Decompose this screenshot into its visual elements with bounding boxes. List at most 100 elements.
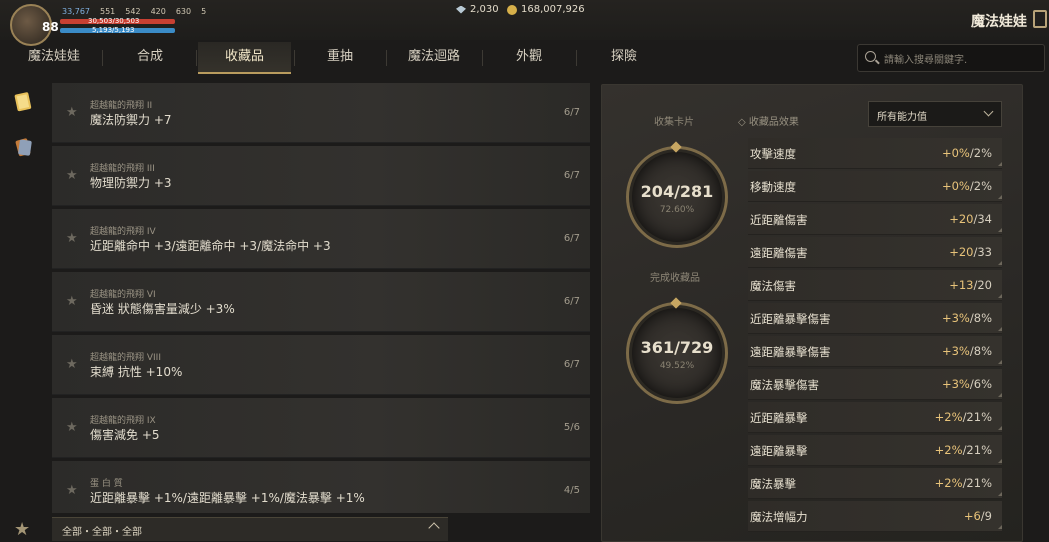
effect-name: 魔法暴擊 (750, 477, 796, 491)
chevron-up-icon[interactable] (428, 522, 440, 534)
tab-reroll[interactable]: 重抽 (298, 42, 382, 72)
tab-synthesis[interactable]: 合成 (108, 42, 192, 72)
collection-name: 超越龍的飛翔 VIII (90, 353, 161, 363)
list-item[interactable]: ★ 超越龍的飛翔 IX 傷害減免 +5 5/6 (52, 398, 590, 458)
favorite-star-icon[interactable]: ★ (66, 420, 78, 435)
effect-row: 近距離暴擊 +2%/21% (748, 402, 1002, 433)
collection-effect: 魔法防禦力 +7 (90, 113, 172, 127)
effect-name: 近距離傷害 (750, 213, 808, 227)
tab-divider (386, 50, 387, 66)
filter-bar[interactable]: 全部・全部・全部 (52, 517, 448, 541)
tab-magic-doll[interactable]: 魔法娃娃 (12, 42, 96, 72)
favorite-star-icon[interactable]: ★ (66, 357, 78, 372)
collection-count: 6/7 (563, 170, 580, 181)
effect-row: 魔法暴擊 +2%/21% (748, 468, 1002, 499)
list-item[interactable]: ★ 超越龍的飛翔 II 魔法防禦力 +7 6/7 (52, 83, 590, 143)
corner-icon (998, 525, 1002, 529)
tab-divider (294, 50, 295, 66)
effect-name: 移動速度 (750, 180, 796, 194)
effects-label: ◇ 收藏品效果 (738, 117, 799, 128)
effect-row: 魔法暴擊傷害 +3%/6% (748, 369, 1002, 400)
stat-filter-dropdown[interactable]: 所有能力值 (868, 101, 1002, 127)
collection-effect: 傷害減免 +5 (90, 428, 160, 442)
stat-value: 551 (100, 7, 116, 16)
hp-text: 30,503/30,503 (88, 17, 140, 25)
effect-row: 移動速度 +0%/2% (748, 171, 1002, 202)
effect-value: +2%/21% (934, 410, 992, 424)
tab-appearance[interactable]: 外觀 (487, 42, 571, 72)
collection-name: 超越龍的飛翔 VI (90, 290, 156, 300)
collection-name: 超越龍的飛翔 IX (90, 416, 156, 426)
effect-row: 遠距離傷害 +20/33 (748, 237, 1002, 268)
page-title: 魔法娃娃 (971, 14, 1027, 30)
corner-icon (998, 261, 1002, 265)
stat-value: 5 (201, 7, 207, 16)
cards-percent: 72.60% (659, 205, 695, 215)
effect-row: 遠距離暴擊傷害 +3%/8% (748, 336, 1002, 367)
effect-value: +20/33 (949, 245, 992, 259)
list-item[interactable]: ★ 超越龍的飛翔 IV 近距離命中 +3/遠距離命中 +3/魔法命中 +3 6/… (52, 209, 590, 269)
list-item[interactable]: ★ 蛋 白 質 近距離暴擊 +1%/遠距離暴擊 +1%/魔法暴擊 +1% 4/5 (52, 461, 590, 513)
tab-explore[interactable]: 探險 (582, 42, 666, 72)
effect-name: 遠距離暴擊 (750, 444, 808, 458)
effect-value: +2%/21% (934, 443, 992, 457)
effect-row: 近距離傷害 +20/34 (748, 204, 1002, 235)
effect-name: 魔法增幅力 (750, 510, 808, 524)
tab-magic-circuit[interactable]: 魔法迴路 (392, 42, 476, 72)
filter-label: 全部・全部・全部 (62, 527, 142, 538)
favorite-star-icon[interactable]: ★ (66, 231, 78, 246)
diamond-icon (456, 5, 466, 14)
list-item[interactable]: ★ 超越龍的飛翔 VI 昏迷 狀態傷害量減少 +3% 6/7 (52, 272, 590, 332)
effect-row: 魔法增幅力 +6/9 (748, 501, 1002, 532)
effect-row: 攻擊速度 +0%/2% (748, 138, 1002, 169)
gold-coin-icon (507, 4, 517, 15)
search-box[interactable]: 請輸入搜尋關鍵字. (857, 44, 1045, 72)
completed-value: 361/729 (640, 338, 714, 357)
dropdown-selected: 所有能力值 (877, 112, 927, 123)
effect-value: +6/9 (963, 509, 992, 523)
corner-icon (998, 459, 1002, 463)
corner-icon (998, 393, 1002, 397)
corner-icon (998, 294, 1002, 298)
collection-count: 6/7 (563, 107, 580, 118)
search-input[interactable]: 請輸入搜尋關鍵字. (884, 51, 967, 66)
cards-progress-ring: 204/281 72.60% (626, 146, 728, 248)
diamond-bullet-icon: ◇ (738, 117, 746, 128)
effect-name: 近距離暴擊傷害 (750, 312, 831, 326)
effect-name: 遠距離傷害 (750, 246, 808, 260)
card-deck-icon[interactable] (12, 135, 36, 159)
exit-icon[interactable] (1033, 10, 1047, 28)
collection-effect: 昏迷 狀態傷害量減少 +3% (90, 302, 235, 316)
search-icon (865, 51, 876, 62)
favorites-star-icon[interactable]: ★ (14, 519, 30, 540)
corner-icon (998, 360, 1002, 364)
diamond-currency: 2,030 (456, 4, 499, 15)
list-item[interactable]: ★ 超越龍的飛翔 VIII 束縛 抗性 +10% 6/7 (52, 335, 590, 395)
effect-name: 近距離暴擊 (750, 411, 808, 425)
gold-currency: 168,007,926 (507, 4, 585, 15)
corner-icon (998, 162, 1002, 166)
collection-name: 蛋 白 質 (90, 479, 123, 489)
completed-label: 完成收藏品 (650, 273, 700, 284)
favorite-star-icon[interactable]: ★ (66, 294, 78, 309)
tab-collection[interactable]: 收藏品 (198, 42, 291, 74)
stat-value: 542 (125, 7, 141, 16)
favorite-star-icon[interactable]: ★ (66, 105, 78, 120)
chevron-down-icon (983, 106, 994, 117)
corner-icon (998, 426, 1002, 430)
list-item[interactable]: ★ 超越龍的飛翔 III 物理防禦力 +3 6/7 (52, 146, 590, 206)
collection-count: 4/5 (563, 485, 580, 496)
favorite-star-icon[interactable]: ★ (66, 168, 78, 183)
favorite-star-icon[interactable]: ★ (66, 483, 78, 498)
effect-value: +13/20 (949, 278, 992, 292)
effect-name: 攻擊速度 (750, 147, 796, 161)
effect-row: 近距離暴擊傷害 +3%/8% (748, 303, 1002, 334)
collection-list[interactable]: ★ 超越龍的飛翔 II 魔法防禦力 +7 6/7 ★ 超越龍的飛翔 III 物理… (52, 83, 590, 513)
collection-count: 6/7 (563, 233, 580, 244)
corner-icon (998, 327, 1002, 331)
character-level: 88 (42, 20, 59, 34)
collection-book-icon[interactable] (12, 90, 36, 114)
character-stats: 33,767 551 542 420 630 5 (62, 7, 206, 16)
tab-divider (196, 50, 197, 66)
mp-text: 5,193/5,193 (92, 26, 135, 34)
